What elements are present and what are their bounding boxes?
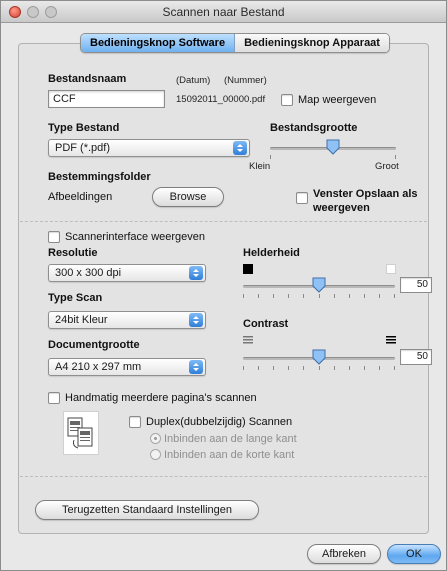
show-folder-label: Map weergeven	[298, 94, 377, 106]
filename-input[interactable]: CCF	[48, 90, 165, 108]
slider-tick	[394, 366, 395, 370]
scan-type-select[interactable]: 24bit Kleur	[48, 311, 206, 329]
duplex-scanner-icon	[63, 411, 99, 455]
settings-panel: Bestandsnaam (Datum) (Nummer) CCF 150920…	[18, 43, 432, 534]
bind-long-edge-label: Inbinden aan de lange kant	[164, 433, 297, 445]
select-arrows-icon	[189, 313, 203, 327]
slider-tick	[288, 366, 289, 370]
date-token: (Datum)	[176, 75, 211, 86]
resolution-value: 300 x 300 dpi	[55, 267, 122, 279]
low-contrast-icon	[243, 335, 253, 345]
destination-label: Bestemmingsfolder	[48, 171, 151, 183]
slider-tick	[303, 294, 304, 298]
browse-button[interactable]: Browse	[152, 187, 224, 207]
slider-tick	[349, 366, 350, 370]
dialog-window: Scannen naar Bestand Bestandsnaam (Datum…	[0, 0, 447, 571]
slider-tick	[303, 366, 304, 370]
slider-tick	[334, 294, 335, 298]
duplex-label: Duplex(dubbelzijdig) Scannen	[146, 416, 293, 428]
document-size-label: Documentgrootte	[48, 339, 140, 351]
cancel-button[interactable]: Afbreken	[307, 544, 381, 564]
show-folder-checkbox[interactable]	[281, 94, 293, 106]
separator	[20, 221, 427, 222]
select-arrows-icon	[189, 360, 203, 374]
window-title: Scannen naar Bestand	[162, 5, 285, 19]
scan-type-value: 24bit Kleur	[55, 314, 108, 326]
contrast-slider[interactable]	[312, 349, 326, 365]
file-size-label: Bestandsgrootte	[270, 122, 358, 134]
resolution-select[interactable]: 300 x 300 dpi	[48, 264, 206, 282]
slider-tick	[273, 366, 274, 370]
save-window-label-2: weergeven	[313, 202, 370, 214]
ok-button[interactable]: OK	[387, 544, 441, 564]
document-size-select[interactable]: A4 210 x 297 mm	[48, 358, 206, 376]
contrast-ticks	[243, 366, 395, 370]
separator	[20, 476, 427, 477]
slider-tick	[319, 366, 320, 370]
bind-short-edge-label: Inbinden aan de korte kant	[164, 449, 295, 461]
slider-tick	[273, 294, 274, 298]
bind-long-edge-radio[interactable]	[150, 433, 161, 444]
file-size-min: Klein	[249, 161, 271, 172]
example-filename: 15092011_00000.pdf	[176, 94, 266, 105]
dark-square-icon	[243, 264, 253, 274]
slider-tick	[258, 366, 259, 370]
slider-tick	[349, 294, 350, 298]
resolution-label: Resolutie	[48, 247, 98, 259]
tab-software-button[interactable]: Bedieningsknop Software	[81, 34, 236, 52]
slider-tick	[364, 294, 365, 298]
bind-short-edge-radio[interactable]	[150, 449, 161, 460]
contrast-value[interactable]: 50	[400, 349, 432, 365]
slider-tick	[379, 366, 380, 370]
multipage-checkbox[interactable]	[48, 392, 60, 404]
title-bar: Scannen naar Bestand	[1, 1, 446, 23]
file-size-max: Groot	[375, 161, 399, 172]
slider-tick	[394, 294, 395, 298]
light-square-icon	[386, 264, 396, 274]
select-arrows-icon	[189, 266, 203, 280]
multipage-label: Handmatig meerdere pagina's scannen	[65, 392, 257, 404]
slider-tick	[364, 366, 365, 370]
reset-defaults-button[interactable]: Terugzetten Standaard Instellingen	[35, 500, 259, 520]
slider-tick	[288, 294, 289, 298]
slider-tick	[243, 294, 244, 298]
tab-bar: Bedieningsknop Software Bedieningsknop A…	[80, 33, 390, 53]
slider-tick	[258, 294, 259, 298]
save-window-checkbox[interactable]	[296, 192, 308, 204]
file-size-slider[interactable]	[326, 139, 340, 155]
file-type-select[interactable]: PDF (*.pdf)	[48, 139, 250, 157]
file-size-ticks	[270, 155, 396, 159]
brightness-ticks	[243, 294, 395, 298]
file-type-value: PDF (*.pdf)	[55, 142, 111, 154]
destination-folder: Afbeeldingen	[48, 191, 113, 203]
tab-device-button[interactable]: Bedieningsknop Apparaat	[235, 34, 389, 52]
number-token: (Nummer)	[224, 75, 267, 86]
contrast-label: Contrast	[243, 318, 289, 330]
select-arrows-icon	[233, 141, 247, 155]
slider-tick	[243, 366, 244, 370]
filename-label: Bestandsnaam	[48, 73, 127, 85]
high-contrast-icon	[386, 335, 396, 345]
file-type-label: Type Bestand	[48, 122, 120, 134]
scanner-interface-checkbox[interactable]	[48, 231, 60, 243]
brightness-slider[interactable]	[312, 277, 326, 293]
duplex-checkbox[interactable]	[129, 416, 141, 428]
slider-tick	[334, 366, 335, 370]
slider-tick	[319, 294, 320, 298]
brightness-value[interactable]: 50	[400, 277, 432, 293]
scan-type-label: Type Scan	[48, 292, 103, 304]
scanner-interface-label: Scannerinterface weergeven	[65, 231, 206, 243]
brightness-label: Helderheid	[243, 247, 300, 259]
save-window-label-1: Venster Opslaan als	[313, 188, 418, 200]
slider-tick	[379, 294, 380, 298]
document-size-value: A4 210 x 297 mm	[55, 361, 142, 373]
